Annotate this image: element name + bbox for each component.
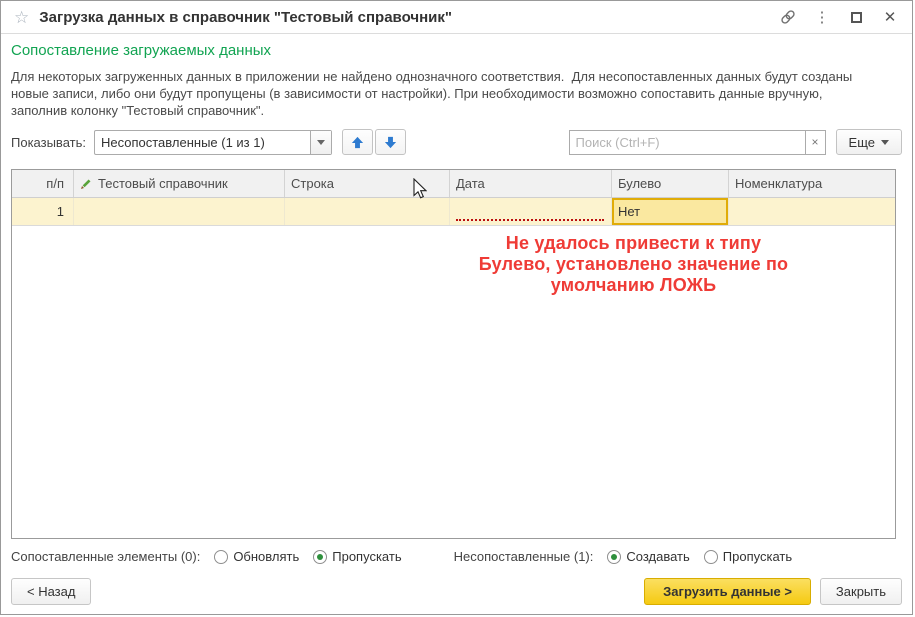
section-title: Сопоставление загружаемых данных [11,42,271,59]
move-down-button[interactable] [375,129,406,155]
column-header-string[interactable]: Строка [285,170,450,197]
link-icon[interactable] [780,9,796,25]
annotation-line: умолчанию ЛОЖЬ [426,275,841,296]
boolean-cell-selected[interactable]: Нет [612,198,729,225]
radio-unmatched-create[interactable] [607,550,621,564]
radio-unmatched-skip-label: Пропускать [723,549,792,564]
annotation-line: Не удалось привести к типу [426,233,841,254]
test-catalog-cell[interactable] [74,198,285,225]
pencil-icon [80,178,92,190]
down-arrow-icon [383,135,398,150]
column-header-nomenclature[interactable]: Номенклатура [729,170,895,197]
title-bar: ☆ Загрузка данных в справочник "Тестовый… [1,1,912,34]
chevron-down-icon [317,140,325,145]
more-button-label: Еще [849,135,875,150]
up-arrow-icon [350,135,365,150]
maximize-icon[interactable] [848,9,864,25]
column-header-test-catalog[interactable]: Тестовый справочник [74,170,285,197]
matched-label: Сопоставленные элементы (0): [11,549,200,564]
search-input[interactable] [569,130,805,155]
filter-value: Несопоставленные (1 из 1) [95,131,310,154]
column-header-num[interactable]: п/п [12,170,74,197]
radio-matched-update-label: Обновлять [233,549,299,564]
options-row: Сопоставленные элементы (0): Обновлять П… [11,549,902,564]
button-row: < Назад Загрузить данные > Закрыть [11,578,902,605]
more-button[interactable]: Еще [836,129,902,155]
radio-unmatched-create-label: Создавать [626,549,689,564]
invalid-value-underline [456,219,604,221]
radio-matched-skip[interactable] [313,550,327,564]
back-button[interactable]: < Назад [11,578,91,605]
table-header-row: п/п Тестовый справочник Строка Дата Буле… [12,170,895,198]
kebab-menu-icon[interactable]: ⋮ [814,9,830,25]
column-header-boolean[interactable]: Булево [612,170,729,197]
dialog-window: ☆ Загрузка данных в справочник "Тестовый… [0,0,913,615]
unmatched-label: Несопоставленные (1): [454,549,594,564]
close-button[interactable]: Закрыть [820,578,902,605]
chevron-down-icon [881,140,889,145]
load-data-button[interactable]: Загрузить данные > [644,578,811,605]
move-up-button[interactable] [342,129,373,155]
date-cell[interactable] [450,198,612,225]
close-icon[interactable]: ✕ [882,9,898,25]
combobox-dropdown-button[interactable] [310,131,331,154]
mapping-table: п/п Тестовый справочник Строка Дата Буле… [11,169,896,539]
column-header-date[interactable]: Дата [450,170,612,197]
radio-matched-skip-label: Пропускать [332,549,401,564]
description-text: Для некоторых загруженных данных в прило… [11,68,873,119]
clear-search-button[interactable]: × [805,130,826,155]
radio-unmatched-skip[interactable] [704,550,718,564]
annotation-line: Булево, установлено значение по [426,254,841,275]
show-label: Показывать: [11,135,86,150]
row-number-cell: 1 [12,198,74,225]
radio-matched-update[interactable] [214,550,228,564]
nomenclature-cell[interactable] [729,198,895,225]
favorite-star-icon[interactable]: ☆ [14,9,29,26]
column-header-label: Тестовый справочник [98,176,228,191]
clear-search-icon: × [812,135,819,149]
filter-combobox[interactable]: Несопоставленные (1 из 1) [94,130,332,155]
string-cell[interactable] [285,198,450,225]
error-annotation: Не удалось привести к типу Булево, устан… [426,233,841,296]
toolbar: Показывать: Несопоставленные (1 из 1) [11,129,902,155]
window-title: Загрузка данных в справочник "Тестовый с… [39,9,452,26]
table-row: 1 Нет [12,198,895,226]
